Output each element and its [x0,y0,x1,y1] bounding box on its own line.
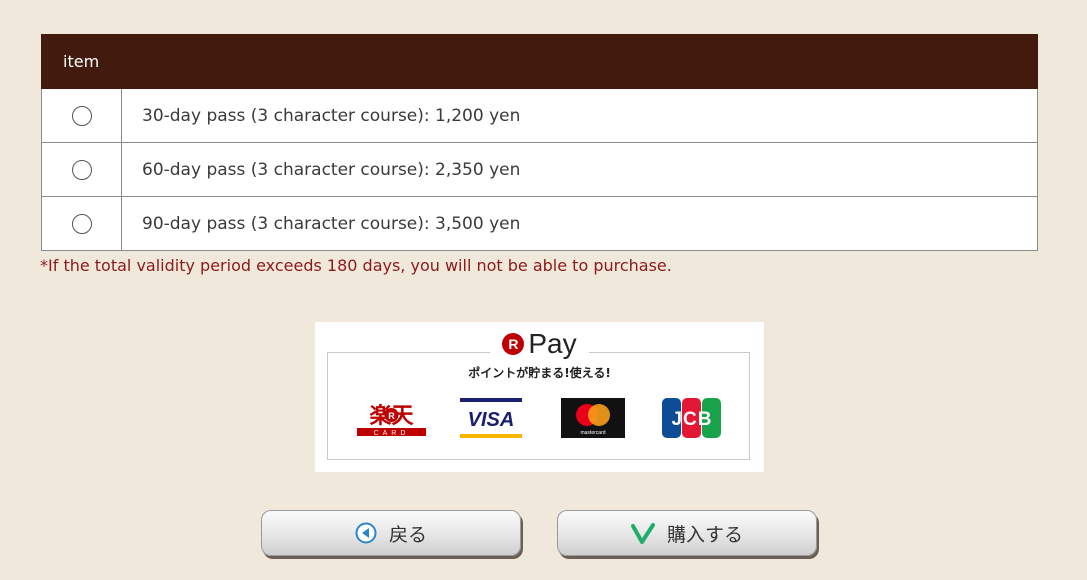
table-header-row: item [41,34,1038,89]
mastercard-text: mastercard [580,430,605,436]
radio-cell[interactable] [41,196,122,251]
check-icon [630,522,655,544]
table-row[interactable]: 90-day pass (3 character course): 3,500 … [41,196,1038,251]
svg-text:R: R [388,411,395,421]
back-arrow-icon [355,522,377,544]
table-header-item: item [41,34,1038,89]
pay-tagline: ポイントが貯まる!使える! [468,366,611,380]
rakuten-pay-banner: R Pay ポイントが貯まる!使える! 楽天 R CARD VISA maste… [315,322,764,472]
plan-table: item 30-day pass (3 character course): 1… [41,34,1038,251]
table-row[interactable]: 60-day pass (3 character course): 2,350 … [41,142,1038,197]
rakuten-card-sub: CARD [374,430,410,437]
plan-radio-30-day[interactable] [71,105,92,126]
validity-note: *If the total validity period exceeds 18… [40,256,672,275]
mastercard-logo: mastercard [561,398,625,438]
jcb-text: JCB [671,409,712,430]
plan-label-60-day: 60-day pass (3 character course): 2,350 … [121,142,1038,197]
purchase-button[interactable]: 購入する [557,510,817,556]
back-button[interactable]: 戻る [261,510,521,556]
table-row[interactable]: 30-day pass (3 character course): 1,200 … [41,88,1038,143]
radio-cell[interactable] [41,88,122,143]
plan-table-container: item 30-day pass (3 character course): 1… [41,34,1038,251]
plan-radio-90-day[interactable] [71,213,92,234]
plan-radio-60-day[interactable] [71,159,92,180]
rakuten-r-icon: R [502,333,525,355]
rakuten-card-logo: 楽天 R CARD [357,403,426,437]
rakuten-pay-logo: R Pay [502,328,577,360]
plan-label-30-day: 30-day pass (3 character course): 1,200 … [121,88,1038,143]
back-button-label: 戻る [388,523,427,546]
pay-word: Pay [528,328,577,359]
visa-logo: VISA [460,398,522,438]
pay-banner-head: R Pay [315,328,764,360]
visa-text: VISA [468,409,515,431]
plan-label-90-day: 90-day pass (3 character course): 3,500 … [121,196,1038,251]
purchase-button-label: 購入する [666,523,743,546]
radio-cell[interactable] [41,142,122,197]
jcb-logo: JCB [662,398,721,438]
